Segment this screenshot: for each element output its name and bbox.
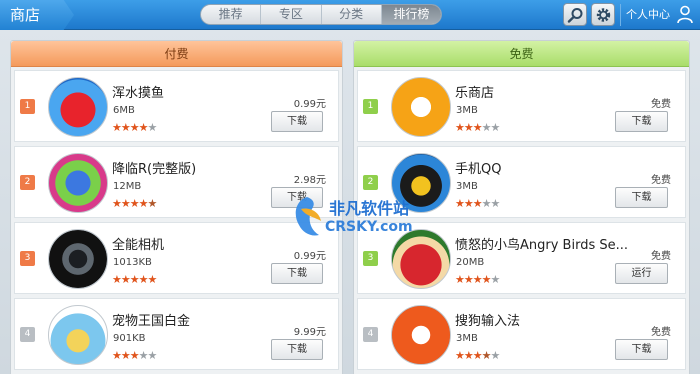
rank-badge: 3 (363, 251, 378, 266)
app-price: 免费 (651, 99, 671, 110)
app-size: 1013KB (113, 257, 152, 268)
download-button[interactable]: 下载 (615, 339, 668, 360)
app-price: 0.99元 (293, 251, 326, 262)
person-icon[interactable] (677, 5, 693, 24)
app-icon (48, 77, 108, 137)
rank-badge: 4 (20, 327, 35, 342)
app-name: 降临R(完整版) (112, 162, 197, 177)
app-icon (391, 77, 451, 137)
rating-stars: ★★★★★ (455, 349, 500, 362)
app-price: 0.99元 (293, 99, 326, 110)
download-button[interactable]: 下载 (271, 263, 323, 284)
app-size: 3MB (456, 181, 478, 192)
rank-badge: 2 (20, 175, 35, 190)
app-size: 12MB (113, 181, 142, 192)
rating-stars: ★★★★★ (112, 197, 157, 210)
rating-stars: ★★★★★ (112, 349, 157, 362)
download-button[interactable]: 下载 (615, 111, 668, 132)
watermark-text-cn: 非凡软件站 (329, 199, 410, 218)
search-button[interactable] (563, 3, 587, 26)
app-price: 免费 (651, 327, 671, 338)
watermark-logo: 非凡软件站 CRSKY.com (287, 193, 417, 241)
app-name: 搜狗输入法 (455, 314, 521, 329)
app-size: 3MB (456, 105, 478, 116)
app-icon (48, 153, 108, 213)
app-name: 宠物王国白金 (112, 314, 191, 329)
gear-icon (596, 8, 611, 22)
app-name: 浑水摸鱼 (112, 86, 165, 101)
app-price: 9.99元 (293, 327, 326, 338)
rank-badge: 4 (363, 327, 378, 342)
app-size: 901KB (113, 333, 146, 344)
list-item[interactable]: 4 搜狗输入法 3MB ★★★★★ 免费 下载 (357, 298, 686, 370)
settings-button[interactable] (591, 3, 615, 26)
rank-badge: 2 (363, 175, 378, 190)
app-icon (391, 305, 451, 365)
panel-header-free[interactable]: 免费 (354, 41, 689, 67)
search-icon (567, 8, 583, 23)
app-name: 全能相机 (112, 238, 165, 253)
watermark-icon (295, 197, 321, 236)
run-button[interactable]: 运行 (615, 263, 668, 284)
nav-tabs: 推荐 专区 分类 排行榜 (200, 4, 442, 25)
app-price: 免费 (651, 251, 671, 262)
rating-stars: ★★★★★ (455, 121, 500, 134)
tab-zone[interactable]: 专区 (261, 5, 322, 24)
app-price: 2.98元 (293, 175, 326, 186)
top-bar: 商店 推荐 专区 分类 排行榜 个人中心 (0, 0, 700, 30)
app-size: 20MB (456, 257, 485, 268)
tab-recommend[interactable]: 推荐 (201, 5, 262, 24)
personal-center-link[interactable]: 个人中心 (626, 0, 670, 30)
download-button[interactable]: 下载 (271, 339, 323, 360)
download-button[interactable]: 下载 (271, 111, 323, 132)
divider (620, 4, 621, 26)
rank-badge: 1 (20, 99, 35, 114)
tab-ranking[interactable]: 排行榜 (381, 5, 441, 24)
app-size: 3MB (456, 333, 478, 344)
rating-stars: ★★★★★ (112, 121, 157, 134)
list-item[interactable]: 1 乐商店 3MB ★★★★★ 免费 下载 (357, 70, 686, 142)
tab-category[interactable]: 分类 (322, 5, 382, 24)
app-icon (48, 305, 108, 365)
rating-stars: ★★★★★ (455, 273, 500, 286)
list-item[interactable]: 4 宠物王国白金 901KB ★★★★★ 9.99元 下载 (14, 298, 339, 370)
store-title[interactable]: 商店 (0, 0, 74, 30)
panel-header-paid[interactable]: 付费 (11, 41, 342, 67)
rating-stars: ★★★★★ (112, 273, 157, 286)
rating-stars: ★★★★★ (455, 197, 500, 210)
app-name: 愤怒的小鸟Angry Birds Se... (455, 238, 629, 253)
download-button[interactable]: 下载 (615, 187, 668, 208)
list-item[interactable]: 1 浑水摸鱼 6MB ★★★★★ 0.99元 下载 (14, 70, 339, 142)
app-size: 6MB (113, 105, 135, 116)
watermark-text-en: CRSKY.com (325, 219, 413, 235)
rank-badge: 3 (20, 251, 35, 266)
app-icon (48, 229, 108, 289)
app-name: 乐商店 (455, 86, 495, 101)
app-name: 手机QQ (455, 162, 502, 177)
app-price: 免费 (651, 175, 671, 186)
rank-badge: 1 (363, 99, 378, 114)
